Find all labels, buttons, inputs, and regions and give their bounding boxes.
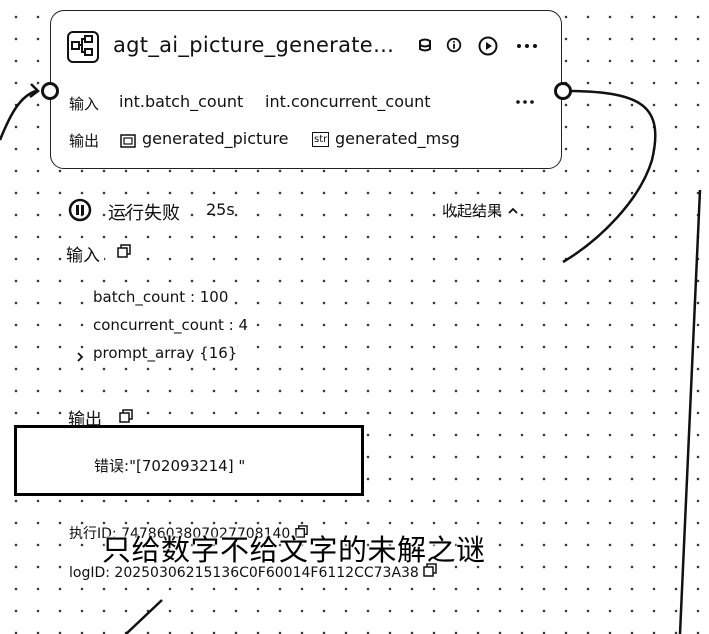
input-key: prompt_array (93, 344, 195, 362)
input-section-title: 输入 (66, 241, 104, 266)
input-row[interactable]: prompt_array {16} (93, 344, 238, 362)
input-port[interactable] (41, 82, 59, 100)
node-input-label: 输入 (69, 95, 100, 113)
error-label: 错误: (94, 457, 130, 475)
database-icon[interactable] (417, 37, 433, 57)
input-row: batch_count : 100 (93, 288, 229, 306)
failed-status-icon (68, 198, 92, 226)
error-highlight-box: 错误:"[702093214] " (14, 425, 364, 496)
play-icon[interactable] (478, 36, 498, 60)
chevron-up-icon (507, 202, 519, 220)
more-icon[interactable] (515, 38, 539, 58)
chevron-right-icon[interactable] (75, 348, 85, 367)
info-icon[interactable] (446, 37, 462, 57)
input-param: int.concurrent_count (265, 92, 431, 111)
workflow-node-card[interactable]: agt_ai_picture_generate… 输入 int.batch_co… (50, 10, 562, 169)
input-param: int.batch_count (119, 92, 244, 111)
workflow-icon (67, 31, 99, 63)
image-type-icon (120, 133, 136, 152)
output-param: generated_picture (142, 129, 289, 148)
more-icon[interactable] (515, 94, 535, 113)
node-output-label: 输出 (69, 132, 100, 150)
input-row: concurrent_count : 4 (93, 316, 249, 334)
input-value: {16} (199, 344, 238, 362)
node-title: agt_ai_picture_generate… (113, 33, 395, 57)
video-caption: 只给数字不给文字的未解之谜 (102, 533, 486, 567)
input-key: batch_count (93, 288, 186, 306)
run-status: 运行失败 (108, 203, 180, 224)
string-type-icon: str (312, 132, 330, 147)
copy-icon[interactable] (117, 243, 131, 262)
output-port[interactable] (554, 82, 572, 100)
input-value: 100 (199, 288, 229, 306)
run-duration: 25s (206, 200, 235, 219)
output-param: generated_msg (335, 129, 460, 148)
collapse-result-label: 收起结果 (442, 202, 503, 220)
input-key: concurrent_count (93, 316, 224, 334)
error-value: "[702093214] " (129, 457, 246, 475)
collapse-result-button[interactable]: 收起结果 (442, 200, 519, 221)
error-message: 错误:"[702093214] " (94, 455, 245, 476)
input-value: 4 (238, 316, 249, 334)
